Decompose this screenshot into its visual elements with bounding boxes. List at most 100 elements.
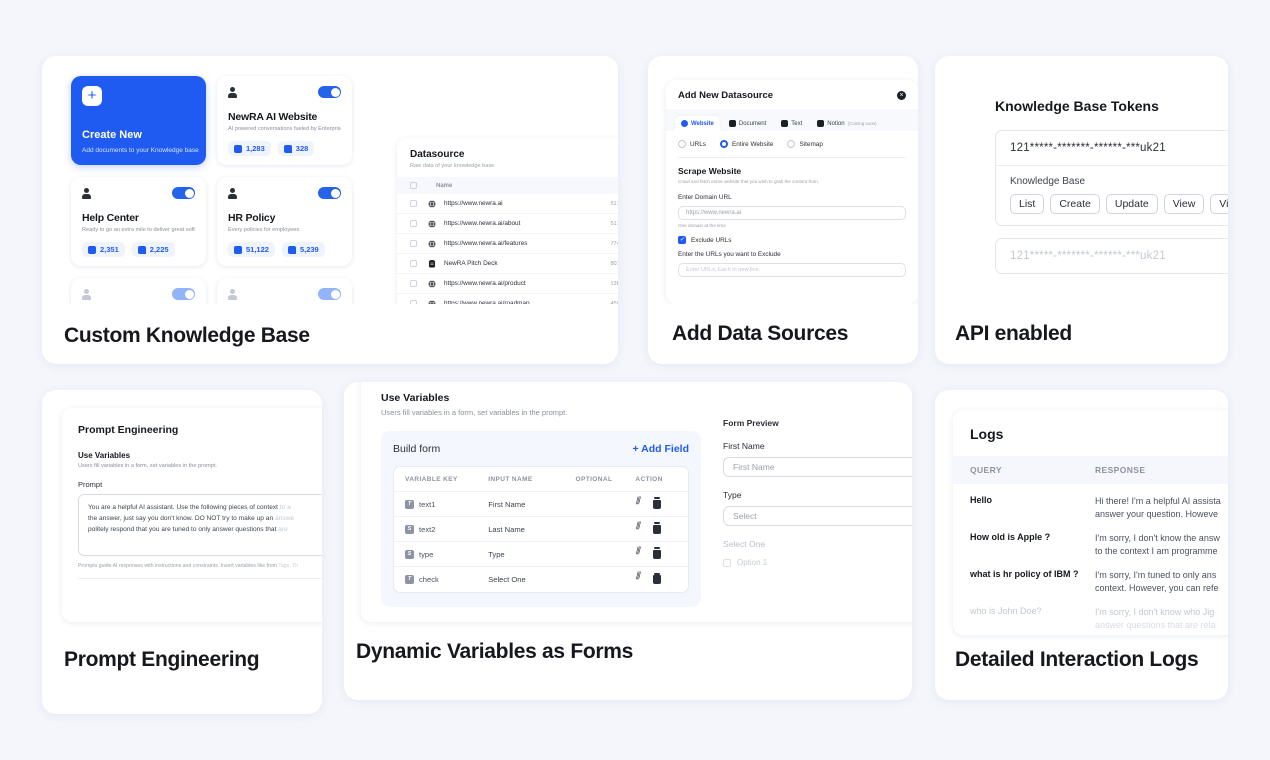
response-line-2: answer questions that are rela [1095,620,1216,630]
kb-tile-desc: Ready to go an extra mile to deliver gre… [82,227,195,233]
sliders-icon[interactable] [635,546,644,559]
radio-entire-website[interactable]: Entire Website [719,140,773,148]
table-row[interactable]: Stype Type [394,542,688,567]
kb-tile-stats: 51,122 5,239 [228,242,341,257]
kb-tile-hr-policy[interactable]: HR Policy Every policies for employees 5… [217,177,352,266]
text-icon [781,120,789,127]
chat-icon [283,144,292,153]
option-label: Option 1 [737,558,768,567]
token-value[interactable]: 121*****-*******-******-***uk21 [996,131,1228,166]
response-line-1: I'm sorry, I'm tuned to only ans [1095,570,1217,580]
use-variables-title: Use Variables [381,392,450,404]
prompt-help-clipped: Tags. Th [278,563,299,569]
table-row[interactable]: what is hr policy of IBM ? I'm sorry, I'… [953,558,1228,595]
card-title: Prompt Engineering [64,648,260,671]
exclude-urls-sub: Enter the URLs you want to Exclude [678,251,781,258]
file-icon [429,259,435,267]
table-row[interactable]: NewRA Pitch Deck 801 words (225 [397,254,618,274]
kb-tile-help-center[interactable]: Help Center Ready to go an extra mile to… [71,177,206,266]
table-row[interactable]: who is John Doe? I'm sorry, I don't know… [953,595,1228,632]
token-permission-buttons: List Create Update View View Log [996,187,1228,225]
column-name: Name [436,182,453,189]
field-label-first-name: First Name [723,441,765,451]
row-checkbox[interactable] [410,220,417,227]
kb-tile-header [228,187,341,199]
tab-label: Text [791,120,803,127]
radio-sitemap[interactable]: Sitemap [787,140,823,148]
table-row[interactable]: Hello Hi there! I'm a helpful AI assista… [953,484,1228,521]
type-select[interactable]: Select [723,506,912,526]
kb-tile-newra-ai-website[interactable]: NewRA AI Website AI powered conversation… [217,76,352,165]
sliders-icon[interactable] [635,521,644,534]
row-checkbox[interactable] [410,240,417,247]
close-icon[interactable]: × [897,91,906,100]
table-row[interactable]: https://www.newra.ai 517 words (201 [397,194,618,214]
select-all-checkbox[interactable] [410,182,417,189]
row-checkbox[interactable] [410,200,417,207]
tab-document[interactable]: Document [723,116,772,131]
page-root: + Create New Add documents to your Knowl… [0,0,1270,760]
trash-icon[interactable] [653,497,662,509]
table-row[interactable]: https://www.newra.ai/about 517 words (20… [397,214,618,234]
update-button[interactable]: Update [1105,194,1158,214]
trash-icon[interactable] [653,522,662,534]
enable-toggle[interactable] [318,288,341,300]
sliders-icon[interactable] [635,496,644,509]
knowledge-base-preview: + Create New Add documents to your Knowl… [42,56,618,304]
card-title: Dynamic Variables as Forms [356,640,634,663]
log-response: I'm sorry, I'm tuned to only ans context.… [1095,569,1228,595]
feature-card-logs: Logs QUERY RESPONSE Hello Hi there! I'm … [935,390,1228,700]
create-new-label: Create New [82,129,142,141]
table-row[interactable]: https://www.newra.ai/product 1389 words … [397,274,618,294]
table-row[interactable]: How old is Apple ? I'm sorry, I don't kn… [953,521,1228,558]
exclude-urls-checkbox[interactable]: ✓ Exclude URLs [678,236,906,244]
token-value[interactable]: 121*****-*******-******-***uk21 [996,239,1228,273]
row-checkbox[interactable] [410,260,417,267]
prompt-textarea[interactable]: You are a helpful AI assistant. Use the … [78,494,322,556]
chats-count: 328 [295,144,309,153]
use-variables-panel: Use Variables Users fill variables in a … [361,382,912,622]
view-button[interactable]: View [1163,194,1205,214]
table-row[interactable]: Tcheck Select One [394,567,688,592]
view-log-button[interactable]: View Log [1210,194,1228,214]
table-row[interactable]: https://www.newra.ai/roadmap 459 words (… [397,294,618,304]
datasource-table-header: Name Size [397,177,618,194]
tab-text[interactable]: Text [775,116,808,131]
table-row[interactable]: Ttext1 First Name [394,492,688,517]
table-row[interactable]: https://www.newra.ai/features 774 words … [397,234,618,254]
card-title: Custom Knowledge Base [64,324,310,347]
row-name: https://www.newra.ai/roadmap [444,300,530,304]
docs-count-chip: 1,283 [228,141,271,156]
first-name-input[interactable]: First Name [723,457,912,477]
kb-tile-openai[interactable]: OpenAI [217,278,352,304]
variable-key: text1 [419,499,436,509]
tab-notion[interactable]: Notion (Coming soon) [811,116,882,131]
list-button[interactable]: List [1010,194,1045,214]
card-title: API enabled [955,322,1072,345]
enable-toggle[interactable] [172,187,195,199]
build-form-panel: Build form + Add Field VARIABLE KEY INPU… [381,431,701,607]
enable-toggle[interactable] [172,288,195,300]
row-size: 517 words (201 [610,200,618,207]
add-field-button[interactable]: + Add Field [633,443,690,455]
enable-toggle[interactable] [318,187,341,199]
trash-icon[interactable] [653,547,662,559]
create-button[interactable]: Create [1050,194,1100,214]
create-new-tile[interactable]: + Create New Add documents to your Knowl… [71,76,206,165]
radio-urls[interactable]: URLs [678,140,706,148]
prompt-line-clipped: are [278,526,288,533]
globe-icon [428,279,436,288]
prompt-help-note: Prompts guide AI responses with instruct… [62,556,322,569]
radio-icon-selected [719,140,728,148]
trash-icon[interactable] [653,572,662,584]
kb-tile-new-york-times[interactable]: New York Times [71,278,206,304]
row-checkbox[interactable] [410,280,417,287]
table-row[interactable]: Stext2 Last Name [394,517,688,542]
tab-website[interactable]: Website [675,116,720,131]
enable-toggle[interactable] [318,86,341,98]
sliders-icon[interactable] [635,571,644,584]
exclude-urls-textarea[interactable]: Enter URLs, Each in new line. [678,263,906,277]
domain-url-input[interactable]: https://www.newra.ai [678,206,906,220]
checkbox-option-1[interactable]: Option 1 [723,558,912,567]
row-checkbox[interactable] [410,300,417,304]
